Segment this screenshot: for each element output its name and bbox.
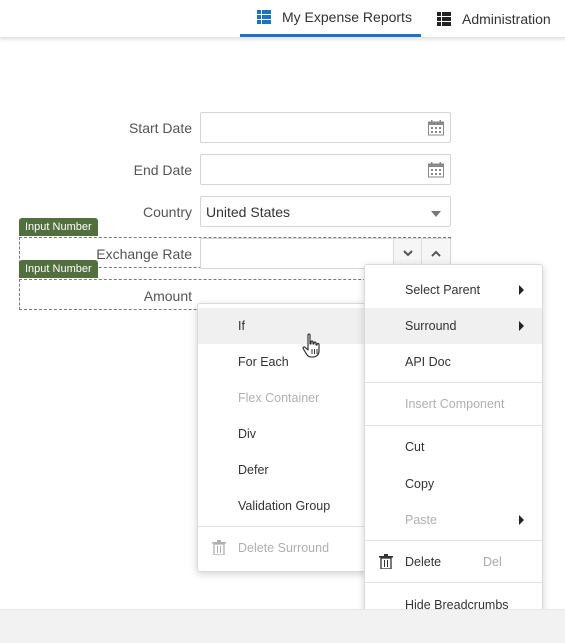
surround-submenu: If For Each Flex Container Div Defer Val… [197,303,366,572]
menu-item-delete-surround: Delete Surround [198,530,365,566]
country-value: United States [206,204,291,220]
menu-item-div[interactable]: Div [198,416,365,452]
menu-item-paste: Paste [365,502,542,538]
calendar-icon[interactable] [428,120,444,136]
tab-label: Administration [462,10,551,27]
chevron-down-icon[interactable] [431,211,441,217]
menu-item-select-parent[interactable]: Select Parent [365,272,542,308]
chevron-down-icon [403,250,413,257]
menu-separator [365,540,542,541]
start-date-label: Start Date [128,120,192,136]
amount-label: Amount [143,288,192,304]
chevron-right-icon [519,285,524,295]
menu-item-surround[interactable]: Surround [365,308,542,344]
shortcut-label: Del [483,555,502,569]
grid-list-icon [437,11,451,26]
trash-icon [379,554,393,569]
tab-my-expense-reports[interactable]: My Expense Reports [240,0,421,37]
country-select[interactable]: United States [200,196,451,227]
menu-separator [365,382,542,383]
menu-separator [365,582,542,583]
menu-separator [198,526,365,527]
grid-list-icon [257,10,271,24]
trash-icon [212,540,226,555]
end-date-input[interactable] [200,154,451,185]
menu-separator [365,425,542,426]
menu-item-validation-group[interactable]: Validation Group [198,488,365,524]
menu-item-defer[interactable]: Defer [198,452,365,488]
chevron-up-icon [431,250,441,257]
menu-item-api-doc[interactable]: API Doc [365,344,542,380]
component-badge: Input Number [19,218,98,236]
calendar-icon[interactable] [428,162,444,178]
hand-pointer-icon [302,333,320,358]
menu-item-for-each[interactable]: For Each [198,344,365,380]
chevron-right-icon [519,321,524,331]
tab-label: My Expense Reports [282,9,412,25]
tab-administration[interactable]: Administration [437,0,565,37]
menu-item-cut[interactable]: Cut [365,429,542,465]
top-navigation-bar: My Expense Reports Administration [0,0,565,38]
bottom-strip [0,609,565,643]
end-date-label: End Date [133,162,192,178]
menu-item-insert-component: Insert Component [405,397,505,411]
menu-item-if[interactable]: If [198,308,365,344]
menu-item-delete[interactable]: Delete Del [365,544,542,580]
chevron-right-icon [519,515,524,525]
menu-item-copy[interactable]: Copy [365,466,542,502]
start-date-input[interactable] [200,112,451,143]
component-badge: Input Number [19,260,98,278]
context-menu: Select Parent Surround API Doc Insert Co… [364,264,543,630]
menu-item-flex-container: Flex Container [238,391,320,405]
